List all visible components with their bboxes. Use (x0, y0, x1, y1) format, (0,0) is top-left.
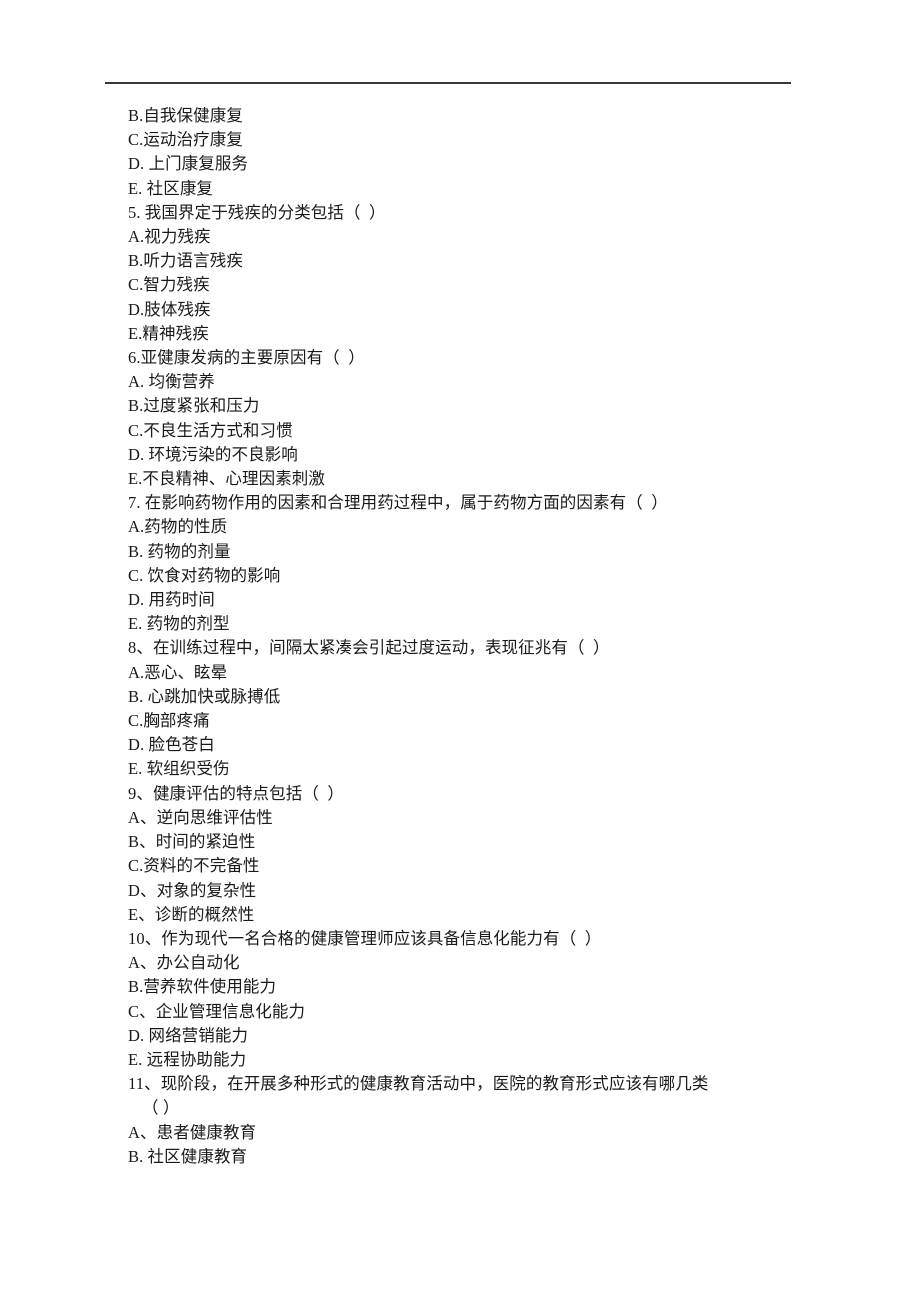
text-line: B、时间的紧迫性 (128, 832, 256, 852)
text-line: B. 社区健康教育 (128, 1146, 248, 1166)
document-text-body: B.自我保健康复 C.运动治疗康复 D. 上门康复服务 E. 社区康复 5. 我国界定于… (128, 104, 800, 1169)
text-line: C.运动治疗康复 (128, 130, 243, 150)
text-line: D.肢体残疾 (128, 299, 211, 319)
text-line: A. 均衡营养 (128, 372, 215, 392)
text-line: D、对象的复杂性 (128, 880, 257, 900)
text-line: B. 心跳加快或脉搏低 (128, 686, 281, 706)
text-line: D. 上门康复服务 (128, 154, 249, 174)
text-line: E.精神残疾 (128, 323, 209, 343)
text-line: A.药物的性质 (128, 517, 228, 537)
text-line: E. 药物的剂型 (128, 614, 230, 634)
text-line: C.胸部疼痛 (128, 711, 210, 731)
text-line: 10、作为现代一名合格的健康管理师应该具备信息化能力有（ ） (128, 928, 602, 948)
text-line: 6.亚健康发病的主要原因有（ ） (128, 348, 365, 368)
text-line: C. 饮食对药物的影响 (128, 565, 281, 585)
text-line: B.听力语言残疾 (128, 251, 243, 271)
text-line: D. 环境污染的不良影响 (128, 444, 298, 464)
text-line: （ ） (142, 1098, 180, 1118)
text-line: B.过度紧张和压力 (128, 396, 260, 416)
text-line: A.视力残疾 (128, 227, 211, 247)
text-line: E. 社区康复 (128, 178, 214, 198)
text-line: A.恶心、眩晕 (128, 662, 228, 682)
text-line: 7. 在影响药物作用的因素和合理用药过程中，属于药物方面的因素有（ ） (128, 493, 668, 513)
text-line: B. 药物的剂量 (128, 541, 231, 561)
text-line: A、办公自动化 (128, 953, 240, 973)
text-line: B.营养软件使用能力 (128, 977, 277, 997)
text-line: A、逆向思维评估性 (128, 807, 273, 827)
text-line: E. 远程协助能力 (128, 1049, 247, 1069)
text-line: C.智力残疾 (128, 275, 210, 295)
text-line: C.不良生活方式和习惯 (128, 420, 293, 440)
text-line: D. 用药时间 (128, 590, 215, 610)
text-line: E. 软组织受伤 (128, 759, 230, 779)
document-page: B.自我保健康复 C.运动治疗康复 D. 上门康复服务 E. 社区康复 5. 我国界定于… (0, 0, 920, 1302)
text-line: D. 网络营销能力 (128, 1025, 249, 1045)
header-horizontal-rule (105, 82, 791, 84)
text-line: 11、现阶段，在开展多种形式的健康教育活动中，医院的教育形式应该有哪几类 (128, 1074, 709, 1094)
text-line: D. 脸色苍白 (128, 735, 215, 755)
text-line: 5. 我国界定于残疾的分类包括（ ） (128, 202, 386, 222)
text-line: 8、在训练过程中，间隔太紧凑会引起过度运动，表现征兆有（ ） (128, 638, 610, 658)
text-line: A、患者健康教育 (128, 1122, 257, 1142)
text-line: C、企业管理信息化能力 (128, 1001, 306, 1021)
text-line: B.自我保健康复 (128, 106, 243, 125)
text-line: C.资料的不完备性 (128, 856, 260, 876)
text-line: E、诊断的概然性 (128, 904, 255, 924)
text-line: E.不良精神、心理因素刺激 (128, 469, 326, 489)
text-line: 9、健康评估的特点包括（ ） (128, 783, 344, 803)
